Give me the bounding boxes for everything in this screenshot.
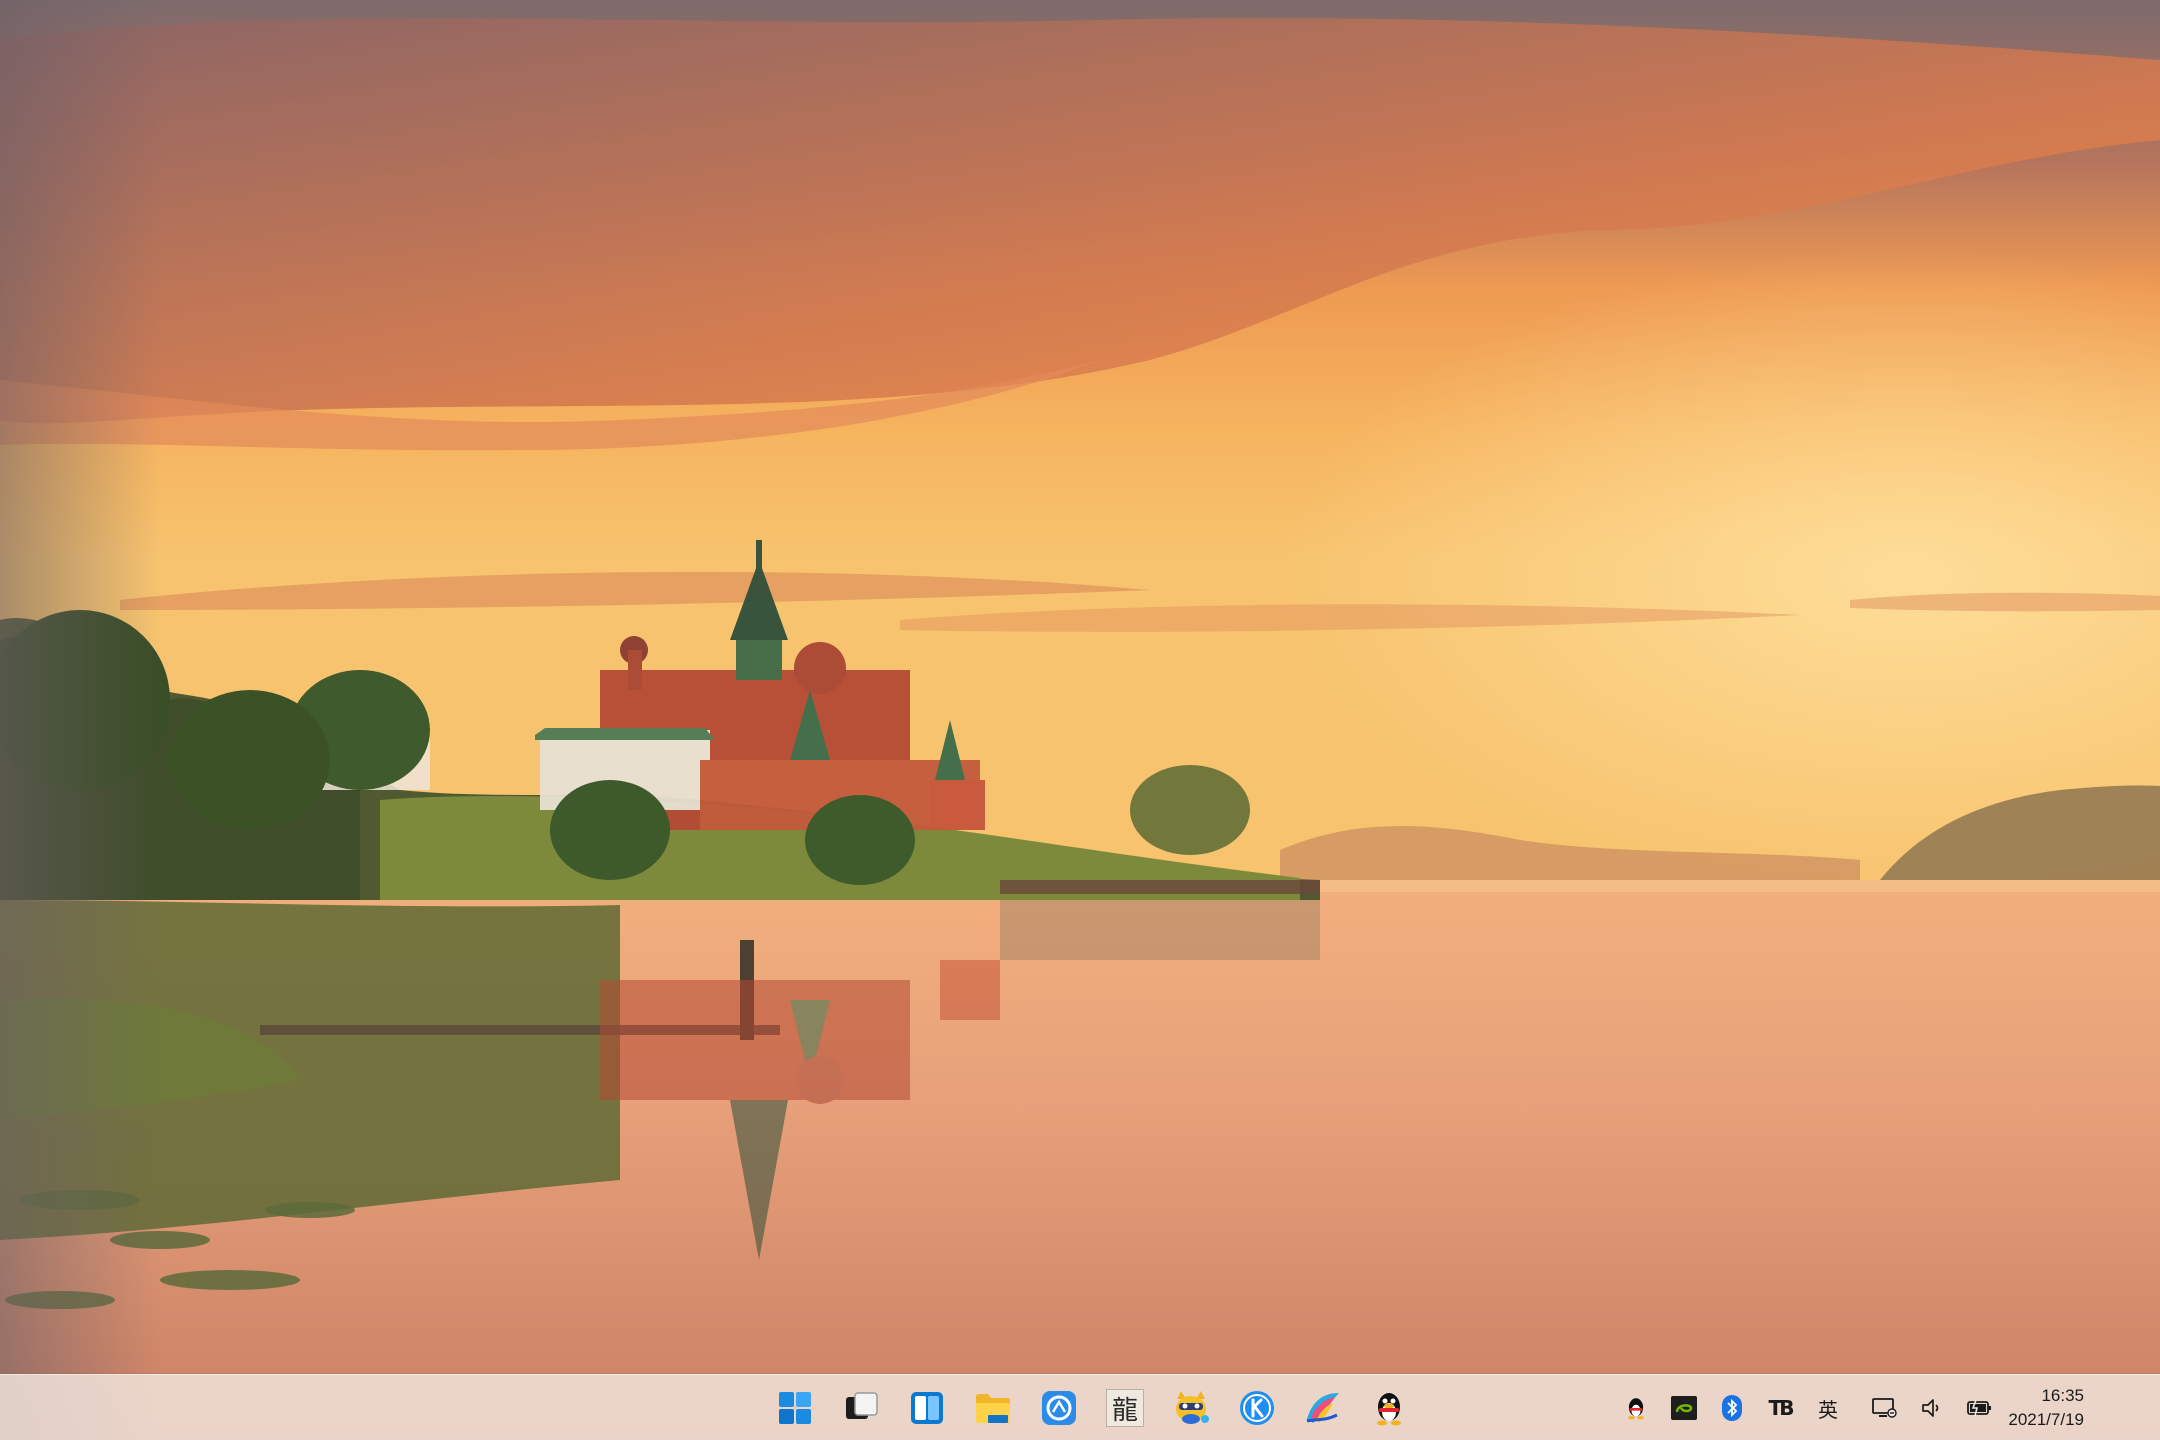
- network-icon: [1872, 1398, 1897, 1418]
- bluetooth-icon: [1722, 1395, 1742, 1421]
- start-button[interactable]: [768, 1381, 822, 1435]
- taskbar: 龍 TB 英 16:35 2021/7/19: [0, 1374, 2160, 1440]
- tray-qq[interactable]: [1612, 1384, 1660, 1432]
- system-tray: TB 英: [1612, 1375, 2004, 1440]
- dragon-char-label: 龍: [1111, 1395, 1138, 1426]
- browser-icon: [1042, 1391, 1076, 1425]
- kugou-music-button[interactable]: [1230, 1381, 1284, 1435]
- qq-tray-icon: [1628, 1398, 1644, 1420]
- dragon-character-icon: 龍: [1106, 1389, 1144, 1427]
- k-music-icon: [1240, 1391, 1274, 1425]
- ime-label: 英: [1818, 1397, 1838, 1422]
- widgets-icon: [911, 1392, 943, 1424]
- taskbar-apps: 龍: [768, 1375, 1416, 1440]
- task-view-icon: [846, 1392, 878, 1419]
- desktop[interactable]: 龍 TB 英 16:35 2021/7/19: [0, 0, 2160, 1440]
- volume-icon: [1922, 1399, 1939, 1417]
- colorful-bird-icon: [1306, 1393, 1339, 1423]
- nvidia-icon: [1671, 1396, 1697, 1420]
- cat-app-button[interactable]: [1164, 1381, 1218, 1435]
- wallpaper: [0, 0, 2160, 1440]
- cat-mascot-icon: [1176, 1391, 1209, 1424]
- tray-tb[interactable]: TB: [1756, 1384, 1804, 1432]
- colorful-app-button[interactable]: [1296, 1381, 1350, 1435]
- ime-indicator[interactable]: 英: [1804, 1384, 1852, 1432]
- clock[interactable]: 16:35 2021/7/19: [1966, 1379, 2084, 1437]
- show-desktop-button[interactable]: [2150, 1381, 2156, 1435]
- tray-bluetooth[interactable]: [1708, 1384, 1756, 1432]
- tray-volume[interactable]: [1908, 1384, 1956, 1432]
- tray-network[interactable]: [1860, 1384, 1908, 1432]
- file-explorer-button[interactable]: [966, 1381, 1020, 1435]
- qq-button[interactable]: [1362, 1381, 1416, 1435]
- browser-button[interactable]: [1032, 1381, 1086, 1435]
- clock-date: 2021/7/19: [2008, 1410, 2084, 1429]
- task-view-button[interactable]: [834, 1381, 888, 1435]
- windows-logo-icon: [779, 1392, 811, 1424]
- tray-nvidia[interactable]: [1660, 1384, 1708, 1432]
- tb-icon: TB: [1768, 1396, 1795, 1420]
- widgets-button[interactable]: [900, 1381, 954, 1435]
- clock-time: 16:35: [2041, 1386, 2084, 1405]
- folder-icon: [976, 1394, 1010, 1423]
- dragon-app-button[interactable]: 龍: [1098, 1381, 1152, 1435]
- qq-penguin-icon: [1377, 1393, 1401, 1426]
